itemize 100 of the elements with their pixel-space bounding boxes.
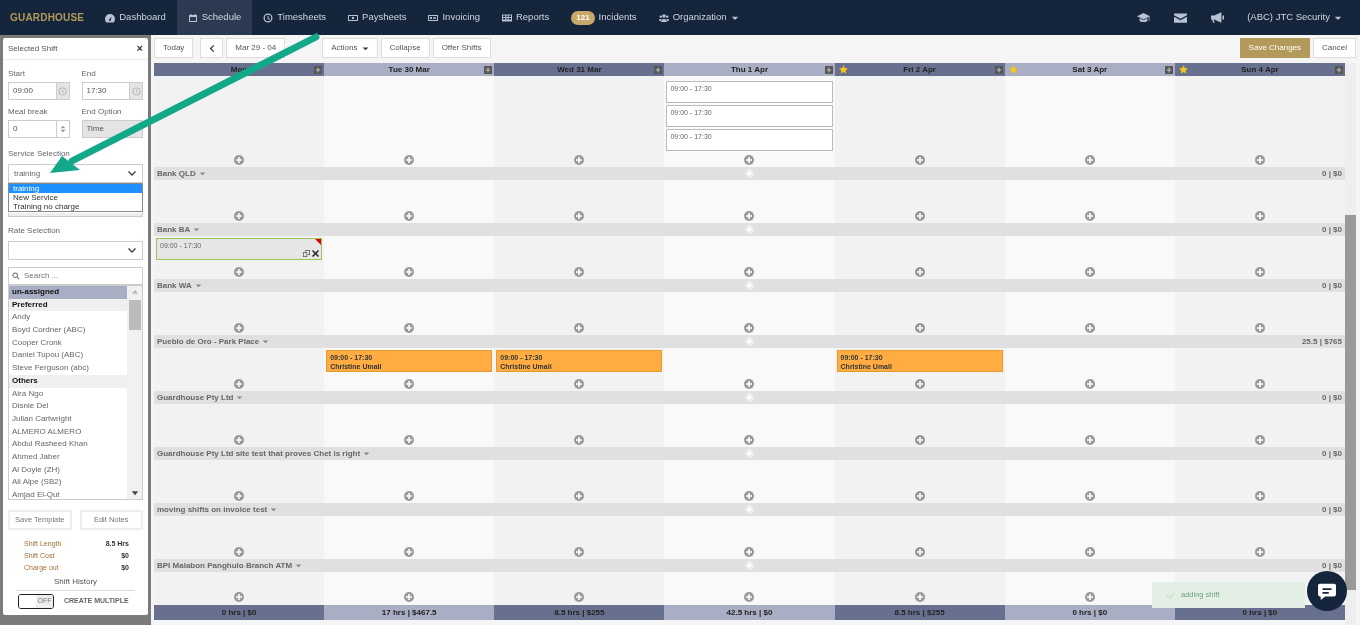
nav-link[interactable]: Schedule	[176, 0, 253, 35]
time-picker-button[interactable]	[130, 82, 143, 100]
add-shift-icon[interactable]	[574, 267, 585, 277]
dropdown-option[interactable]: Training no charge	[9, 202, 142, 211]
add-shift-icon[interactable]	[234, 491, 245, 501]
add-shift-icon[interactable]	[1084, 592, 1095, 602]
location-name[interactable]: BPI Malabon Panghulo Branch ATM	[157, 559, 293, 572]
add-shift-icon[interactable]	[574, 592, 585, 602]
shift-history-link[interactable]: Shift History	[16, 575, 135, 591]
list-item[interactable]: Al Doyle (ZH)	[9, 463, 127, 477]
list-item[interactable]: Abdul Rasheed Khan	[9, 438, 127, 451]
add-shift-icon[interactable]	[234, 592, 245, 602]
add-shift-icon[interactable]	[1084, 267, 1095, 277]
add-shift-icon[interactable]	[1084, 435, 1095, 445]
add-shift-icon[interactable]	[914, 155, 925, 165]
add-shift-icon[interactable]	[404, 379, 415, 389]
toolbar-button[interactable]: Cancel	[1313, 38, 1356, 58]
add-shift-icon[interactable]	[404, 491, 415, 501]
add-shift-icon[interactable]	[744, 547, 755, 557]
add-shift-icon[interactable]	[914, 211, 925, 221]
add-shift-icon[interactable]	[744, 435, 755, 445]
location-name[interactable]: Bank QLD	[157, 167, 196, 180]
add-shift-icon[interactable]	[744, 491, 755, 501]
add-shift-icon[interactable]	[234, 379, 245, 389]
add-shift-icon[interactable]	[744, 211, 755, 221]
nav-link[interactable]: Invoicing	[417, 0, 491, 35]
dropdown-option[interactable]: New Service	[9, 193, 142, 202]
list-item[interactable]: un-assigned	[9, 286, 127, 299]
add-shift-icon[interactable]	[744, 267, 755, 277]
add-shift-icon[interactable]	[914, 592, 925, 602]
toolbar-button[interactable]: Mar 29 - 04	[226, 38, 286, 58]
add-shift-icon[interactable]	[574, 155, 585, 165]
add-shift-icon[interactable]	[404, 211, 415, 221]
megaphone-icon[interactable]	[1211, 11, 1225, 24]
envelope-icon[interactable]	[1174, 11, 1188, 24]
toolbar-button[interactable]: Offer Shifts	[432, 38, 491, 58]
add-shift-icon[interactable]	[1254, 155, 1265, 165]
add-shift-icon[interactable]	[914, 267, 925, 277]
add-shift-icon[interactable]	[1254, 491, 1265, 501]
add-shift-icon[interactable]	[914, 435, 925, 445]
add-shift-icon[interactable]	[1254, 211, 1265, 221]
expand-icon[interactable]	[824, 65, 833, 74]
add-shift-icon[interactable]	[404, 592, 415, 602]
add-shift-icon[interactable]	[404, 435, 415, 445]
add-shift-icon[interactable]	[234, 435, 245, 445]
add-shift-icon[interactable]	[914, 379, 925, 389]
location-name[interactable]: Pueblo de Oro - Park Place	[157, 335, 260, 348]
add-shift-icon[interactable]	[404, 323, 415, 333]
toolbar-button[interactable]	[200, 38, 224, 58]
expand-icon[interactable]	[994, 65, 1003, 74]
input-field[interactable]: 17:30	[81, 82, 131, 100]
list-item[interactable]: ALMERO ALMERO	[9, 425, 127, 439]
add-shift-icon[interactable]	[744, 379, 755, 389]
add-shift-icon[interactable]	[234, 267, 245, 277]
add-shift-icon[interactable]	[1084, 491, 1095, 501]
add-shift-icon[interactable]	[744, 592, 755, 602]
location-name[interactable]: Bank BA	[157, 223, 191, 236]
expand-icon[interactable]	[654, 65, 663, 74]
location-name[interactable]: Guardhouse Pty Ltd site test that proves Chet is right	[157, 447, 361, 460]
nav-link[interactable]: Paysheets	[337, 0, 418, 35]
add-shift-icon[interactable]	[1084, 155, 1095, 165]
user-menu[interactable]: (ABC) JTC Security	[1236, 0, 1360, 35]
toolbar-button[interactable]: Collapse	[380, 38, 430, 58]
list-item[interactable]: Cooper Cronk	[9, 336, 127, 350]
list-item[interactable]: Amjad El-Qut	[9, 489, 127, 499]
add-shift-icon[interactable]	[1254, 547, 1265, 557]
scrollbar-thumb[interactable]	[1345, 215, 1356, 590]
add-shift-icon[interactable]	[404, 155, 415, 165]
add-shift-icon[interactable]	[574, 491, 585, 501]
location-name[interactable]: Guardhouse Pty Ltd	[157, 391, 234, 404]
list-item[interactable]: Andy	[9, 311, 127, 325]
add-shift-icon[interactable]	[1254, 267, 1265, 277]
add-shift-icon[interactable]	[744, 323, 755, 333]
add-shift-icon[interactable]	[234, 155, 245, 165]
nav-link[interactable]: Timesheets	[252, 0, 338, 35]
select-field[interactable]	[8, 213, 143, 217]
nav-link[interactable]: Organization	[647, 0, 750, 35]
add-shift-icon[interactable]	[1084, 323, 1095, 333]
expand-icon[interactable]	[314, 65, 323, 74]
add-shift-icon[interactable]	[1084, 211, 1095, 221]
add-shift-icon[interactable]	[1254, 379, 1265, 389]
add-shift-icon[interactable]	[404, 547, 415, 557]
add-shift-icon[interactable]	[574, 435, 585, 445]
location-name[interactable]: Bank WA	[157, 279, 192, 292]
add-shift-icon[interactable]	[234, 547, 245, 557]
add-shift-icon[interactable]	[1254, 435, 1265, 445]
graduation-cap-icon[interactable]	[1137, 11, 1151, 24]
toolbar-button[interactable]: Today	[154, 38, 194, 58]
expand-icon[interactable]	[484, 65, 493, 74]
list-item[interactable]: Daniel Tupou (ABC)	[9, 349, 127, 363]
scrollbar-thumb[interactable]	[128, 300, 141, 330]
expand-icon[interactable]	[1335, 65, 1343, 74]
add-shift-icon[interactable]	[914, 491, 925, 501]
add-shift-icon[interactable]	[1084, 379, 1095, 389]
nav-link[interactable]: Reports	[490, 0, 561, 35]
list-item[interactable]: Disnie Del	[9, 400, 127, 413]
close-button[interactable]: ×	[136, 40, 143, 57]
copy-icon[interactable]	[303, 250, 311, 257]
list-item[interactable]: Ahmed Jaber	[9, 450, 127, 464]
select-field[interactable]: training	[8, 164, 143, 183]
